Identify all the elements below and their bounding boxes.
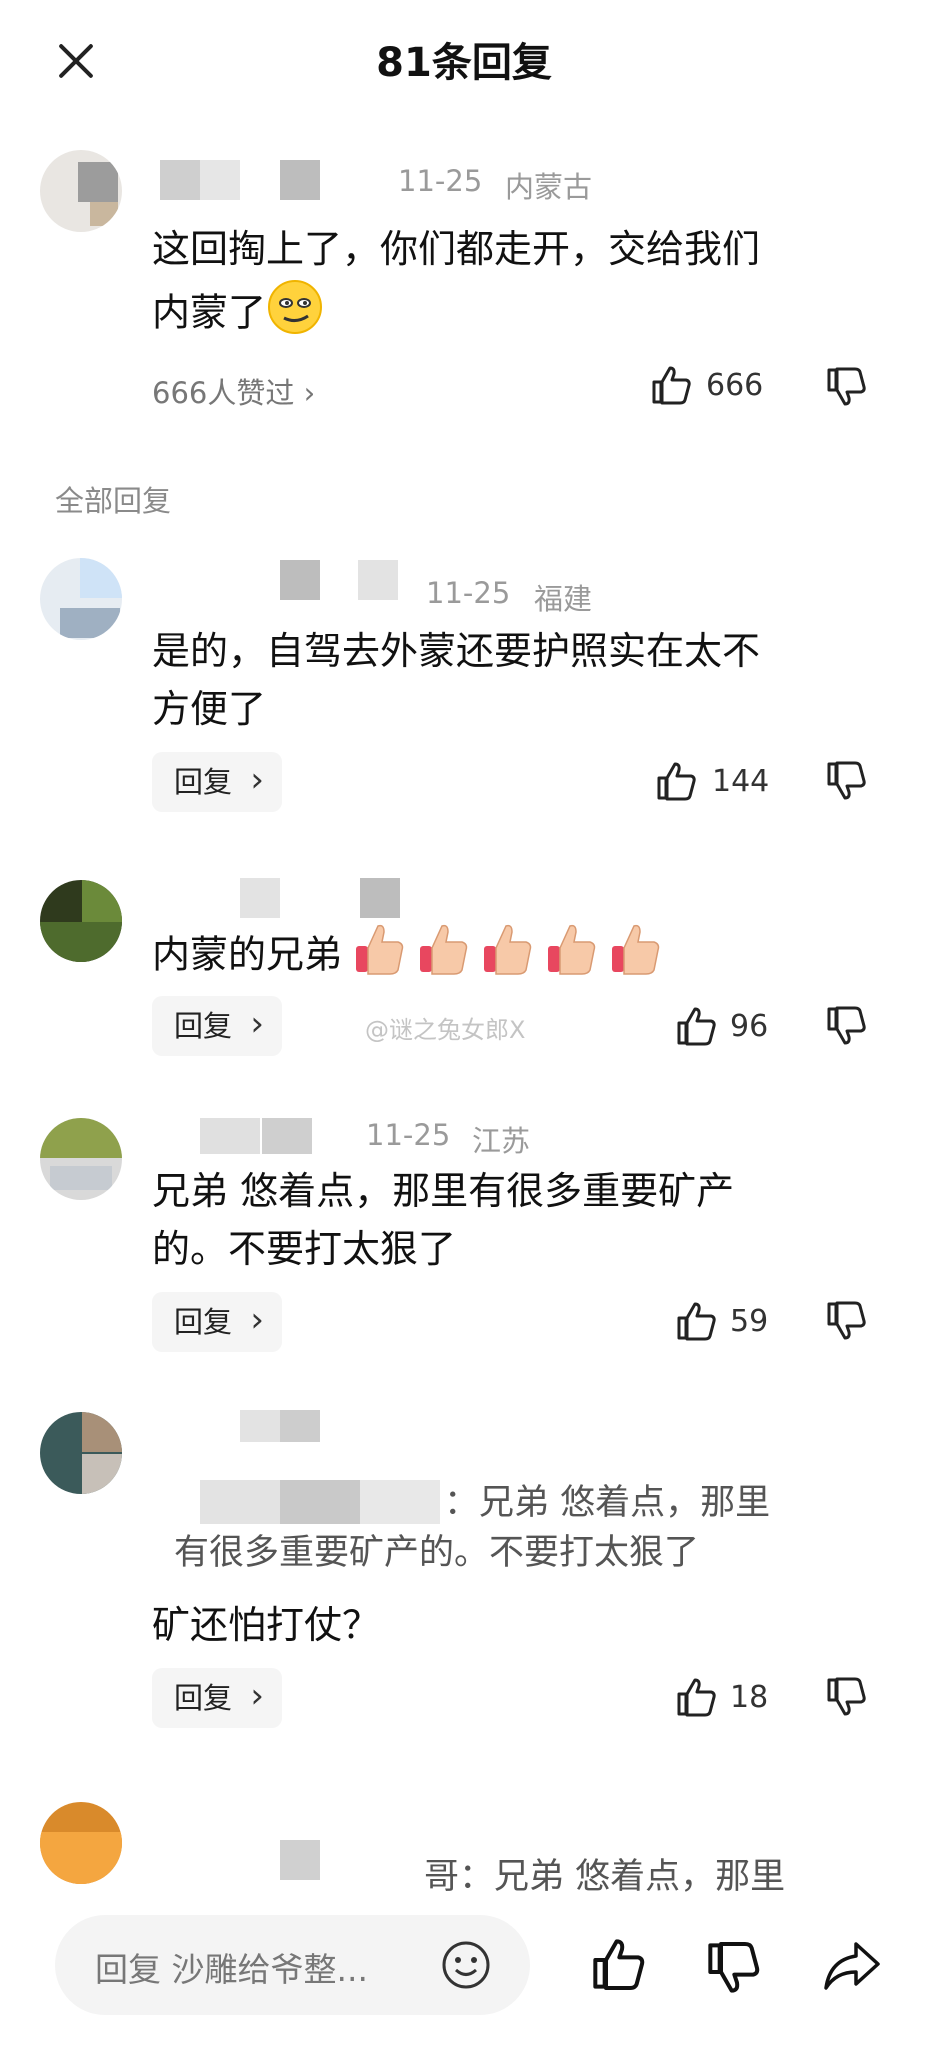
thumbs-down-icon[interactable]: [705, 1940, 761, 1996]
watermark: @谜之兔女郎X: [365, 1016, 526, 1044]
comment-location: 福建: [534, 582, 593, 616]
avatar[interactable]: [40, 150, 122, 232]
avatar[interactable]: [40, 1802, 122, 1884]
reply-button[interactable]: 回复: [152, 994, 282, 1056]
quoted-line: ：兄弟 悠着点，那里: [444, 1483, 771, 1523]
comment-date: 11-25: [366, 1118, 451, 1152]
thumbs-up-icon[interactable]: [650, 364, 692, 406]
quoted-comment: ：兄弟 悠着点，那里 有很多重要矿产的。不要打太狠了: [174, 1478, 854, 1578]
emoji-icon[interactable]: [440, 1939, 492, 1991]
username-redacted: [240, 878, 280, 918]
like-count: 18: [730, 1680, 769, 1715]
username-redacted: [160, 160, 200, 200]
thumbs-up-emoji-icon: [610, 920, 662, 994]
username-redacted: [200, 160, 240, 200]
thumbs-down-icon[interactable]: [825, 1676, 867, 1718]
quoted-line: 有很多重要矿产的。不要打太狠了: [174, 1533, 700, 1573]
username-redacted: [280, 1410, 320, 1442]
like-count: 144: [712, 764, 770, 799]
comment-text-line: 方便了: [152, 687, 267, 731]
reply-button[interactable]: 回复: [152, 1290, 282, 1352]
page-title: 81条回复: [376, 40, 552, 86]
thumbs-up-icon[interactable]: [655, 760, 697, 802]
likers-link[interactable]: 666人赞过 ›: [152, 370, 315, 412]
smirk-emoji-icon: [266, 278, 324, 352]
share-icon[interactable]: [822, 1938, 882, 1994]
comment-date: 11-25: [398, 164, 483, 198]
avatar[interactable]: [40, 558, 122, 640]
username-redacted: [360, 878, 400, 918]
thumbs-down-icon[interactable]: [825, 1005, 867, 1047]
thumbs-up-icon[interactable]: [675, 1005, 717, 1047]
thumbs-up-emoji-icon: [482, 920, 534, 994]
reply-button[interactable]: 回复: [152, 1666, 282, 1728]
comment-text: 是的，自驾去外蒙还要护照实在太不 方便了: [152, 622, 852, 738]
reply-button[interactable]: 回复: [152, 750, 282, 812]
reply-input[interactable]: 回复 沙雕给爷整...: [55, 1915, 530, 2015]
avatar[interactable]: [40, 1412, 122, 1494]
thumbs-up-icon[interactable]: [590, 1936, 646, 1992]
comment-text: 兄弟 悠着点，那里有很多重要矿产 的。不要打太狠了: [152, 1162, 852, 1278]
comment-text-span: 内蒙了: [152, 290, 267, 335]
thumbs-up-emoji-icon: [354, 920, 406, 994]
comment-text: 矿还怕打仗？: [152, 1603, 381, 1647]
thumbs-down-icon[interactable]: [825, 760, 867, 802]
comment-text-line: 是的，自驾去外蒙还要护照实在太不: [152, 629, 761, 673]
reply-input-placeholder: 回复 沙雕给爷整...: [95, 1950, 368, 1989]
comment-location: 内蒙古: [505, 170, 593, 204]
quoted-line: 哥：兄弟 悠着点，那里: [424, 1857, 786, 1897]
comment-text-line: 的。不要打太狠了: [152, 1227, 457, 1271]
like-count: 666: [706, 368, 764, 403]
avatar[interactable]: [40, 880, 122, 962]
thumbs-up-emoji-icon: [418, 920, 470, 994]
thumbs-up-icon[interactable]: [675, 1676, 717, 1718]
username-redacted: [358, 560, 398, 600]
username-redacted: [262, 1118, 312, 1154]
thumbs-up-emoji-icon: [546, 920, 598, 994]
comment-location: 江苏: [472, 1124, 531, 1158]
comment-text-line: 这回掏上了，你们都走开，交给我们: [152, 227, 761, 271]
comment-text: 这回掏上了，你们都走开，交给我们 内蒙了: [152, 220, 852, 352]
thumbs-up-icon[interactable]: [675, 1300, 717, 1342]
comment-text-line: 兄弟 悠着点，那里有很多重要矿产: [152, 1169, 735, 1213]
thumbs-down-icon[interactable]: [825, 366, 867, 408]
comment-text-span: 内蒙的兄弟: [152, 932, 343, 977]
like-count: 59: [730, 1304, 769, 1339]
username-redacted: [280, 560, 320, 600]
like-count: 96: [730, 1009, 769, 1044]
section-label: 全部回复: [55, 484, 172, 518]
comment-text-line: 内蒙了: [152, 278, 852, 352]
thumbs-down-icon[interactable]: [825, 1300, 867, 1342]
comment-date: 11-25: [426, 576, 511, 610]
quoted-comment: 哥：兄弟 悠着点，那里: [174, 1852, 854, 1902]
username-redacted: [240, 1410, 280, 1442]
comment-text: 内蒙的兄弟: [152, 920, 852, 994]
avatar[interactable]: [40, 1118, 122, 1200]
username-redacted: [280, 160, 320, 200]
username-redacted: [200, 1118, 260, 1154]
header-bar: 81条回复: [0, 0, 928, 130]
